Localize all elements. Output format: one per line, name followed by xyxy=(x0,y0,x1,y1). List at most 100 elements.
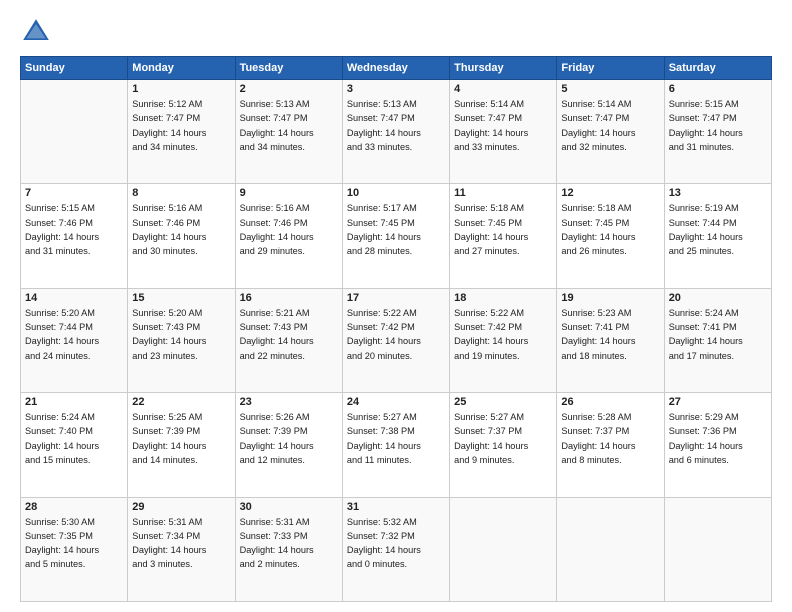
calendar-week-row: 28 Sunrise: 5:30 AM Sunset: 7:35 PM Dayli… xyxy=(21,497,772,601)
calendar-cell: 6 Sunrise: 5:15 AM Sunset: 7:47 PM Daylig… xyxy=(664,80,771,184)
calendar-cell: 7Sunrise: 5:15 AM Sunset: 7:46 PM Daylig… xyxy=(21,184,128,288)
calendar-cell: 16Sunrise: 5:21 AM Sunset: 7:43 PM Dayli… xyxy=(235,288,342,392)
calendar-cell: 5 Sunrise: 5:14 AM Sunset: 7:47 PM Daylig… xyxy=(557,80,664,184)
day-info: Sunrise: 5:25 AM Sunset: 7:39 PM Dayligh… xyxy=(132,410,230,467)
day-number: 22 xyxy=(132,396,230,408)
day-info: Sunrise: 5:14 AM Sunset: 7:47 PM Dayligh… xyxy=(561,97,659,154)
day-number: 23 xyxy=(240,396,338,408)
day-number: 26 xyxy=(561,396,659,408)
day-info: Sunrise: 5:22 AM Sunset: 7:42 PM Dayligh… xyxy=(454,306,552,363)
day-number: 19 xyxy=(561,292,659,304)
day-number: 6 xyxy=(669,83,767,95)
calendar-cell: 2 Sunrise: 5:13 AM Sunset: 7:47 PM Daylig… xyxy=(235,80,342,184)
day-info: Sunrise: 5:12 AM Sunset: 7:47 PM Dayligh… xyxy=(132,97,230,154)
day-info: Sunrise: 5:16 AM Sunset: 7:46 PM Dayligh… xyxy=(240,201,338,258)
day-number: 21 xyxy=(25,396,123,408)
day-info: Sunrise: 5:20 AM Sunset: 7:44 PM Dayligh… xyxy=(25,306,123,363)
day-info: Sunrise: 5:20 AM Sunset: 7:43 PM Dayligh… xyxy=(132,306,230,363)
logo xyxy=(20,16,56,48)
calendar-cell: 17 Sunrise: 5:22 AM Sunset: 7:42 PM Dayli… xyxy=(342,288,449,392)
calendar-cell: 29Sunrise: 5:31 AM Sunset: 7:34 PM Dayli… xyxy=(128,497,235,601)
calendar-header-sunday: Sunday xyxy=(21,57,128,80)
calendar-header-friday: Friday xyxy=(557,57,664,80)
day-number: 15 xyxy=(132,292,230,304)
calendar-cell: 13 Sunrise: 5:19 AM Sunset: 7:44 PM Dayli… xyxy=(664,184,771,288)
calendar-cell: 10 Sunrise: 5:17 AM Sunset: 7:45 PM Dayli… xyxy=(342,184,449,288)
day-info: Sunrise: 5:22 AM Sunset: 7:42 PM Dayligh… xyxy=(347,306,445,363)
calendar-cell: 23 Sunrise: 5:26 AM Sunset: 7:39 PM Dayli… xyxy=(235,393,342,497)
day-number: 25 xyxy=(454,396,552,408)
calendar-header-monday: Monday xyxy=(128,57,235,80)
day-info: Sunrise: 5:18 AM Sunset: 7:45 PM Dayligh… xyxy=(561,201,659,258)
day-number: 28 xyxy=(25,501,123,513)
calendar-cell: 1 Sunrise: 5:12 AM Sunset: 7:47 PM Daylig… xyxy=(128,80,235,184)
day-number: 30 xyxy=(240,501,338,513)
day-number: 1 xyxy=(132,83,230,95)
day-info: Sunrise: 5:23 AM Sunset: 7:41 PM Dayligh… xyxy=(561,306,659,363)
calendar-cell xyxy=(557,497,664,601)
day-info: Sunrise: 5:19 AM Sunset: 7:44 PM Dayligh… xyxy=(669,201,767,258)
day-number: 4 xyxy=(454,83,552,95)
day-info: Sunrise: 5:32 AM Sunset: 7:32 PM Dayligh… xyxy=(347,515,445,572)
calendar-cell: 30 Sunrise: 5:31 AM Sunset: 7:33 PM Dayli… xyxy=(235,497,342,601)
day-info: Sunrise: 5:31 AM Sunset: 7:33 PM Dayligh… xyxy=(240,515,338,572)
day-number: 9 xyxy=(240,187,338,199)
calendar-cell: 28 Sunrise: 5:30 AM Sunset: 7:35 PM Dayli… xyxy=(21,497,128,601)
day-info: Sunrise: 5:21 AM Sunset: 7:43 PM Dayligh… xyxy=(240,306,338,363)
calendar-cell: 3 Sunrise: 5:13 AM Sunset: 7:47 PM Daylig… xyxy=(342,80,449,184)
day-info: Sunrise: 5:13 AM Sunset: 7:47 PM Dayligh… xyxy=(347,97,445,154)
page: SundayMondayTuesdayWednesdayThursdayFrid… xyxy=(0,0,792,612)
day-number: 13 xyxy=(669,187,767,199)
calendar-cell: 22 Sunrise: 5:25 AM Sunset: 7:39 PM Dayli… xyxy=(128,393,235,497)
calendar-cell: 25Sunrise: 5:27 AM Sunset: 7:37 PM Dayli… xyxy=(450,393,557,497)
day-info: Sunrise: 5:17 AM Sunset: 7:45 PM Dayligh… xyxy=(347,201,445,258)
calendar-cell xyxy=(450,497,557,601)
day-info: Sunrise: 5:24 AM Sunset: 7:41 PM Dayligh… xyxy=(669,306,767,363)
calendar-cell: 19 Sunrise: 5:23 AM Sunset: 7:41 PM Dayli… xyxy=(557,288,664,392)
calendar-header-row: SundayMondayTuesdayWednesdayThursdayFrid… xyxy=(21,57,772,80)
day-info: Sunrise: 5:31 AM Sunset: 7:34 PM Dayligh… xyxy=(132,515,230,572)
logo-icon xyxy=(20,16,52,48)
calendar-week-row: 14 Sunrise: 5:20 AM Sunset: 7:44 PM Dayli… xyxy=(21,288,772,392)
calendar-cell: 12 Sunrise: 5:18 AM Sunset: 7:45 PM Dayli… xyxy=(557,184,664,288)
calendar-cell: 31Sunrise: 5:32 AM Sunset: 7:32 PM Dayli… xyxy=(342,497,449,601)
calendar-header-saturday: Saturday xyxy=(664,57,771,80)
calendar-cell: 18Sunrise: 5:22 AM Sunset: 7:42 PM Dayli… xyxy=(450,288,557,392)
calendar-cell: 26 Sunrise: 5:28 AM Sunset: 7:37 PM Dayli… xyxy=(557,393,664,497)
calendar-header-thursday: Thursday xyxy=(450,57,557,80)
day-info: Sunrise: 5:28 AM Sunset: 7:37 PM Dayligh… xyxy=(561,410,659,467)
calendar-cell: 20 Sunrise: 5:24 AM Sunset: 7:41 PM Dayli… xyxy=(664,288,771,392)
day-number: 20 xyxy=(669,292,767,304)
day-info: Sunrise: 5:13 AM Sunset: 7:47 PM Dayligh… xyxy=(240,97,338,154)
calendar-cell: 9 Sunrise: 5:16 AM Sunset: 7:46 PM Daylig… xyxy=(235,184,342,288)
day-info: Sunrise: 5:24 AM Sunset: 7:40 PM Dayligh… xyxy=(25,410,123,467)
calendar-cell: 11 Sunrise: 5:18 AM Sunset: 7:45 PM Dayli… xyxy=(450,184,557,288)
day-number: 3 xyxy=(347,83,445,95)
day-number: 27 xyxy=(669,396,767,408)
calendar-week-row: 1 Sunrise: 5:12 AM Sunset: 7:47 PM Daylig… xyxy=(21,80,772,184)
calendar-week-row: 7Sunrise: 5:15 AM Sunset: 7:46 PM Daylig… xyxy=(21,184,772,288)
day-number: 12 xyxy=(561,187,659,199)
calendar-cell: 14 Sunrise: 5:20 AM Sunset: 7:44 PM Dayli… xyxy=(21,288,128,392)
day-number: 7 xyxy=(25,187,123,199)
calendar-cell xyxy=(664,497,771,601)
day-number: 17 xyxy=(347,292,445,304)
day-number: 11 xyxy=(454,187,552,199)
day-info: Sunrise: 5:14 AM Sunset: 7:47 PM Dayligh… xyxy=(454,97,552,154)
day-number: 5 xyxy=(561,83,659,95)
calendar-cell: 15 Sunrise: 5:20 AM Sunset: 7:43 PM Dayli… xyxy=(128,288,235,392)
calendar-cell xyxy=(21,80,128,184)
calendar-week-row: 21 Sunrise: 5:24 AM Sunset: 7:40 PM Dayli… xyxy=(21,393,772,497)
day-info: Sunrise: 5:30 AM Sunset: 7:35 PM Dayligh… xyxy=(25,515,123,572)
day-number: 24 xyxy=(347,396,445,408)
day-info: Sunrise: 5:15 AM Sunset: 7:47 PM Dayligh… xyxy=(669,97,767,154)
day-number: 2 xyxy=(240,83,338,95)
day-number: 8 xyxy=(132,187,230,199)
calendar-cell: 27Sunrise: 5:29 AM Sunset: 7:36 PM Dayli… xyxy=(664,393,771,497)
day-info: Sunrise: 5:26 AM Sunset: 7:39 PM Dayligh… xyxy=(240,410,338,467)
day-number: 14 xyxy=(25,292,123,304)
header xyxy=(20,16,772,48)
day-info: Sunrise: 5:18 AM Sunset: 7:45 PM Dayligh… xyxy=(454,201,552,258)
day-number: 10 xyxy=(347,187,445,199)
day-info: Sunrise: 5:16 AM Sunset: 7:46 PM Dayligh… xyxy=(132,201,230,258)
